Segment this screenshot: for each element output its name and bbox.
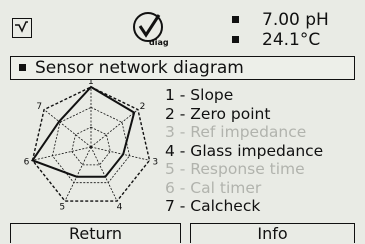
ph-value: 7.00 pH	[262, 10, 329, 30]
list-item-1: 1 - Slope	[165, 86, 234, 104]
checkmark-diag-icon: diag	[131, 10, 169, 50]
info-button[interactable]: Info	[190, 223, 355, 243]
list-item-3: 3 - Ref impedance	[165, 123, 307, 141]
readings: 7.00 pH 24.1°C	[230, 10, 360, 51]
list-item-4: 4 - Glass impedance	[165, 141, 324, 160]
bullet-square	[232, 16, 239, 23]
bullet-square	[19, 64, 26, 71]
list-item-5: 5 - Response time	[165, 160, 305, 178]
temperature-value: 24.1°C	[262, 30, 321, 50]
sensor-network-diagram: 1 2 3 4 5 6 7	[24, 80, 158, 212]
bullet-square	[232, 36, 239, 43]
display-screen: diag 7.00 pH 24.1°C Sensor network diagr…	[0, 0, 365, 243]
diagram-axis	[90, 146, 118, 202]
softkey-bar: Return Info	[0, 223, 365, 243]
reading-ph: 7.00 pH	[230, 10, 360, 31]
diagram-axis-label: 1	[88, 80, 94, 87]
diagram-axis-label: 6	[24, 158, 30, 168]
return-button[interactable]: Return	[10, 223, 181, 243]
diagram-axis-label: 7	[36, 102, 42, 112]
diagram-axis-label: 5	[59, 202, 65, 212]
diagram-axis-label: 3	[152, 158, 158, 168]
diag-label: diag	[149, 38, 169, 47]
parameter-list: 1 - Slope 2 - Zero point 3 - Ref impedan…	[165, 86, 323, 216]
list-item-7: 7 - Calcheck	[165, 197, 261, 215]
sensor-network-label: Sensor network diagram	[35, 58, 244, 78]
diagram-axis	[43, 109, 92, 148]
sensor-network-title[interactable]: Sensor network diagram	[10, 56, 355, 80]
diagram-axis-label: 2	[140, 102, 146, 112]
reading-temperature: 24.1°C	[230, 30, 360, 51]
sensor-arrow-icon	[12, 18, 32, 38]
list-item-2: 2 - Zero point	[165, 104, 271, 123]
list-item-6: 6 - Cal timer	[165, 178, 262, 197]
diagram-axis-label: 4	[117, 202, 123, 212]
